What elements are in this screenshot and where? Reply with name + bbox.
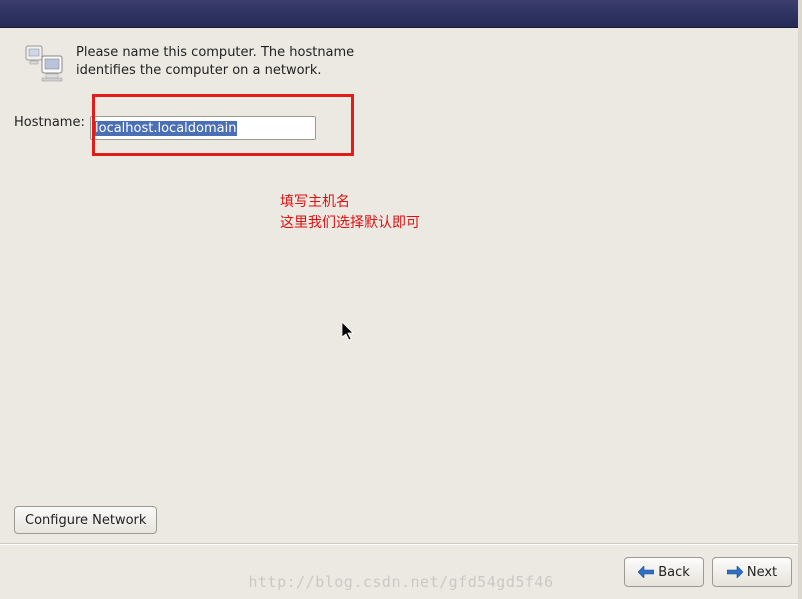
footer-buttons: Back Next [624,557,792,587]
configure-network-button[interactable]: Configure Network [14,506,157,534]
next-label: Next [747,565,777,580]
next-button[interactable]: Next [712,557,792,587]
hostname-value-selected: localhost.localdomain [94,121,237,136]
mouse-cursor-icon [342,322,356,346]
arrow-right-icon [727,566,743,578]
hostname-label: Hostname: [14,114,85,129]
back-button[interactable]: Back [624,557,704,587]
instruction-text: Please name this computer. The hostname … [76,44,376,79]
computer-network-icon [24,44,68,84]
header-row: Please name this computer. The hostname … [24,44,376,84]
annotation-text: 填写主机名 这里我们选择默认即可 [280,192,420,234]
separator [0,543,798,545]
hostname-row: Hostname: [14,114,85,129]
configure-network-label: Configure Network [25,513,146,528]
content-area: Please name this computer. The hostname … [0,28,802,599]
scrollbar[interactable] [798,0,802,599]
arrow-left-icon [638,566,654,578]
hostname-input[interactable]: localhost.localdomain [90,116,316,140]
back-label: Back [658,565,690,580]
title-bar [0,0,802,28]
